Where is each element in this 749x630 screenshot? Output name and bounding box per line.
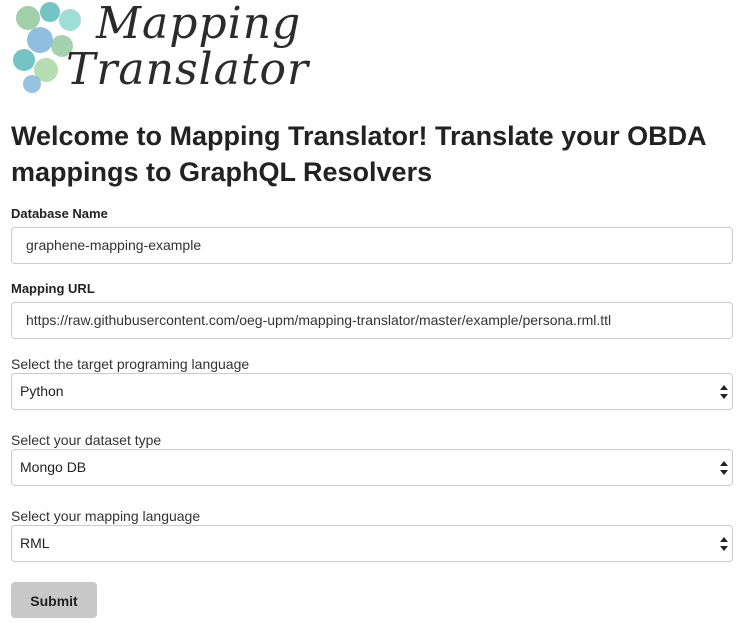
dataset-type-select[interactable]: Mongo DB: [11, 449, 733, 486]
database-name-input[interactable]: graphene-mapping-example: [11, 227, 733, 264]
mapping-url-value: https://raw.githubusercontent.com/oeg-up…: [26, 312, 612, 328]
mapping-language-select[interactable]: RML: [11, 525, 733, 562]
mapping-language-value: RML: [20, 535, 50, 551]
page-title: Welcome to Mapping Translator! Translate…: [11, 121, 706, 187]
mapping-url-label: Mapping URL: [11, 281, 95, 296]
mapping-url-input[interactable]: https://raw.githubusercontent.com/oeg-up…: [11, 302, 733, 339]
submit-button[interactable]: Submit: [11, 582, 97, 618]
database-name-label: Database Name: [11, 206, 108, 221]
logo-text-translator: Translator: [66, 44, 310, 95]
select-arrows-icon: [720, 461, 728, 475]
target-language-label: Select the target programing language: [11, 356, 250, 372]
database-name-value: graphene-mapping-example: [26, 237, 202, 253]
dataset-type-value: Mongo DB: [20, 459, 87, 475]
target-language-value: Python: [20, 383, 64, 399]
target-language-select[interactable]: Python: [11, 373, 733, 410]
dataset-type-label: Select your dataset type: [11, 432, 162, 448]
mapping-language-label: Select your mapping language: [11, 508, 201, 524]
app-logo: Mapping Translator: [10, 0, 315, 96]
select-arrows-icon: [720, 537, 728, 551]
logo-text-mapping: Mapping: [96, 0, 302, 49]
select-arrows-icon: [720, 385, 728, 399]
